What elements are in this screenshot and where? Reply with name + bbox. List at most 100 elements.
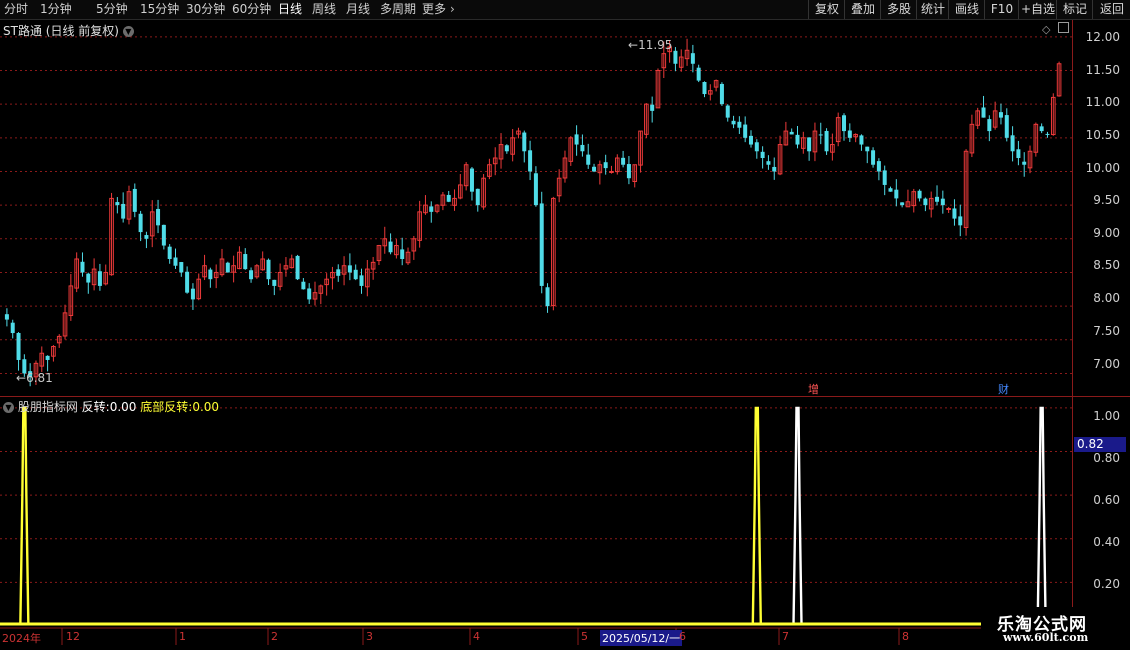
y-tick: 9.50 [1093, 193, 1120, 207]
date-label: 5 [581, 630, 588, 643]
panel-toggle-icon[interactable] [1058, 22, 1069, 33]
statistics-button[interactable]: 统计 [916, 0, 949, 19]
candle-body [592, 166, 597, 172]
candle-body [772, 166, 777, 172]
indicator-chart[interactable] [0, 397, 1130, 627]
f10-button[interactable]: F10 [984, 0, 1019, 19]
candle-body [871, 150, 876, 165]
candle-body [737, 121, 742, 128]
candle-body [888, 188, 893, 192]
candle-body [4, 314, 9, 320]
kline-panel[interactable]: ST路通 (日线 前复权) ▼ ◇ ←11.95 ←6.81 增 财 12.00… [0, 20, 1130, 397]
candle-body [1022, 161, 1027, 165]
add-watchlist-button[interactable]: +自选 [1018, 0, 1057, 19]
candle-body [935, 196, 940, 202]
candle-body [208, 269, 213, 280]
candle-body [894, 189, 899, 199]
candle-body [528, 150, 533, 172]
back-button[interactable]: 返回 [1092, 0, 1130, 19]
candle-body [586, 154, 591, 165]
candle-body [156, 208, 161, 226]
candle-body [574, 134, 579, 145]
candle-body [981, 107, 986, 118]
indicator-panel[interactable]: ▼ 股朋指标网 反转:0.00 底部反转:0.00 1.00 0.80 0.60… [0, 397, 1130, 627]
candle-body [725, 105, 730, 118]
tab-weekly[interactable]: 周线 [312, 1, 336, 18]
candle-body [1039, 126, 1044, 132]
candle-body [115, 202, 120, 206]
tab-monthly[interactable]: 月线 [346, 1, 370, 18]
candle-body [923, 198, 928, 206]
chevron-right-icon[interactable]: › [450, 1, 455, 18]
candle-body [504, 145, 509, 152]
candle-body [249, 270, 254, 280]
candle-body [1010, 135, 1015, 152]
chevron-down-icon[interactable]: ▼ [3, 402, 14, 413]
candle-body [865, 146, 870, 152]
y-tick: 1.00 [1093, 409, 1120, 423]
candle-body [388, 241, 393, 253]
candle-body [754, 142, 759, 152]
candle-body [766, 161, 771, 165]
candle-body [469, 168, 474, 192]
mark-button[interactable]: 标记 [1056, 0, 1093, 19]
candle-body [272, 279, 277, 286]
candle-body [400, 249, 405, 259]
candle-body [998, 112, 1003, 118]
date-label: 2024年 [2, 632, 41, 645]
overlay-button[interactable]: 叠加 [844, 0, 881, 19]
bottom-reversal-label: 底部反转: [140, 400, 193, 414]
candle-body [45, 355, 50, 360]
y-tick: 10.00 [1085, 161, 1120, 175]
candle-body [760, 151, 765, 159]
tab-60min[interactable]: 60分钟 [232, 1, 271, 18]
candle-body [795, 134, 800, 145]
candle-body [446, 194, 451, 202]
date-label: 6 [679, 630, 686, 643]
tab-30min[interactable]: 30分钟 [186, 1, 225, 18]
y-tick: 0.60 [1093, 493, 1120, 507]
candle-body [359, 275, 364, 286]
tab-multi-period[interactable]: 多周期 [380, 1, 416, 18]
y-tick: 8.00 [1093, 291, 1120, 305]
candle-body [138, 213, 143, 233]
multi-stock-button[interactable]: 多股 [880, 0, 917, 19]
candle-body [807, 137, 812, 152]
candle-body [132, 188, 137, 212]
date-label: 1 [179, 630, 186, 643]
y-tick: 7.00 [1093, 357, 1120, 371]
candle-body [1016, 149, 1021, 159]
chevron-down-icon[interactable]: ▼ [122, 26, 134, 37]
watermark-logo: 乐淘公式网 www.60lt.com [981, 607, 1130, 650]
high-price-value: 11.95 [638, 38, 673, 52]
candlestick-chart[interactable] [0, 20, 1130, 397]
date-label: 4 [473, 630, 480, 643]
candle-body [80, 261, 85, 273]
tab-1min[interactable]: 1分钟 [40, 1, 72, 18]
y-tick: 11.50 [1085, 63, 1120, 77]
candle-body [673, 50, 678, 64]
candle-body [952, 208, 957, 219]
marker-finance[interactable]: 财 [998, 381, 1009, 397]
candle-body [859, 135, 864, 145]
main-panel-title: ST路通 (日线 前复权) ▼ [3, 22, 134, 39]
watermark-url: www.60lt.com [1003, 631, 1089, 644]
candle-body [1045, 133, 1050, 135]
tab-more[interactable]: 更多 [422, 1, 446, 18]
tab-daily[interactable]: 日线 [278, 1, 302, 18]
y-tick: 11.00 [1085, 95, 1120, 109]
candle-body [179, 262, 184, 273]
reversal-label: 反转: [81, 400, 110, 414]
tab-15min[interactable]: 15分钟 [140, 1, 179, 18]
draw-line-button[interactable]: 画线 [948, 0, 985, 19]
y-tick: 9.00 [1093, 226, 1120, 240]
candle-body [719, 83, 724, 105]
marker-increase[interactable]: 增 [808, 381, 819, 397]
candle-body [847, 130, 852, 138]
candle-body [144, 235, 149, 239]
tab-5min[interactable]: 5分钟 [96, 1, 128, 18]
restore-rights-button[interactable]: 复权 [808, 0, 845, 19]
tab-intraday[interactable]: 分时 [4, 1, 28, 18]
diamond-icon[interactable]: ◇ [1042, 23, 1050, 36]
low-price-label: ←6.81 [16, 371, 53, 385]
